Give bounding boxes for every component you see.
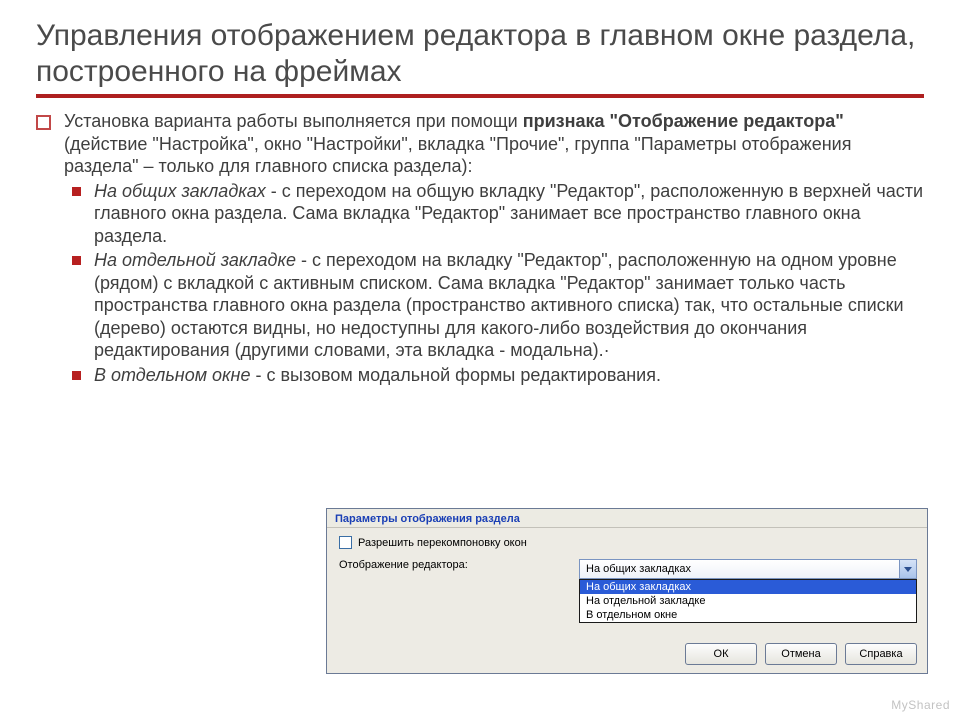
option-lead: На отдельной закладке (94, 250, 296, 270)
help-button[interactable]: Справка (845, 643, 917, 665)
slide-title-area: Управления отображением редактора в глав… (36, 18, 924, 98)
option-bullet-2: На отдельной закладке - с переходом на в… (36, 249, 924, 362)
dialog-button-row: ОК Отмена Справка (327, 637, 927, 673)
checkbox-row[interactable]: Разрешить перекомпоновку окон (339, 536, 917, 549)
intro-pre: Установка варианта работы выполняется пр… (64, 111, 523, 131)
cancel-button[interactable]: Отмена (765, 643, 837, 665)
checkbox-label: Разрешить перекомпоновку окон (358, 537, 527, 549)
field-label: Отображение редактора: (339, 559, 579, 571)
option-bullet-3: В отдельном окне - с вызовом модальной ф… (36, 364, 924, 387)
checkbox-icon[interactable] (339, 536, 352, 549)
combo-option[interactable]: На общих закладках (580, 580, 916, 594)
combo-dropdown[interactable]: На общих закладках На отдельной закладке… (579, 579, 917, 623)
ok-button[interactable]: ОК (685, 643, 757, 665)
option-lead: На общих закладках (94, 181, 266, 201)
settings-dialog: Параметры отображения раздела Разрешить … (326, 508, 928, 674)
option-bullet-1: На общих закладках - с переходом на общу… (36, 180, 924, 248)
combo-option[interactable]: На отдельной закладке (580, 594, 916, 608)
watermark: MyShared (891, 698, 950, 712)
chevron-down-icon[interactable] (899, 560, 916, 578)
group-title: Параметры отображения раздела (327, 509, 927, 528)
option-rest: - с вызовом модальной формы редактирован… (250, 365, 661, 385)
intro-bold: признака "Отображение редактора" (523, 111, 844, 131)
intro-bullet: Установка варианта работы выполняется пр… (36, 110, 924, 178)
intro-post: (действие "Настройка", окно "Настройки",… (64, 134, 851, 177)
combo-selected-text: На общих закладках (586, 563, 691, 575)
slide-title: Управления отображением редактора в глав… (36, 18, 924, 90)
option-lead: В отдельном окне (94, 365, 250, 385)
title-underline (36, 94, 924, 98)
editor-display-combo[interactable]: На общих закладках (579, 559, 917, 579)
slide-body: Установка варианта работы выполняется пр… (36, 110, 924, 386)
combo-option[interactable]: В отдельном окне (580, 608, 916, 622)
